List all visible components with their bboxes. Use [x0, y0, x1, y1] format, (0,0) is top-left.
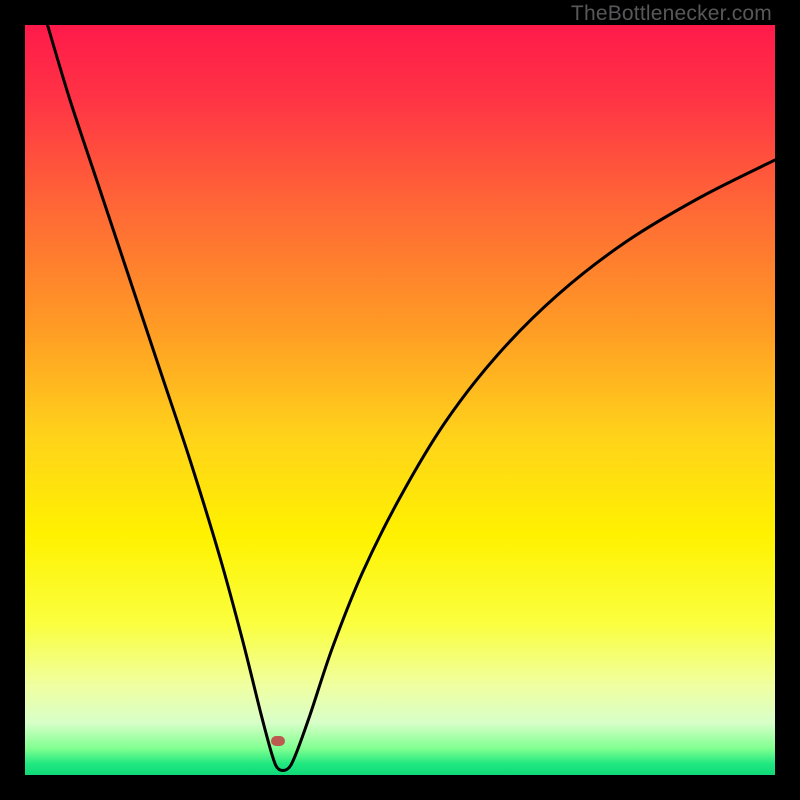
bottleneck-plot [25, 25, 775, 775]
gradient-background [25, 25, 775, 775]
watermark-text: TheBottlenecker.com [571, 2, 772, 26]
optimal-point-marker [271, 736, 285, 746]
plot-frame [25, 25, 775, 775]
